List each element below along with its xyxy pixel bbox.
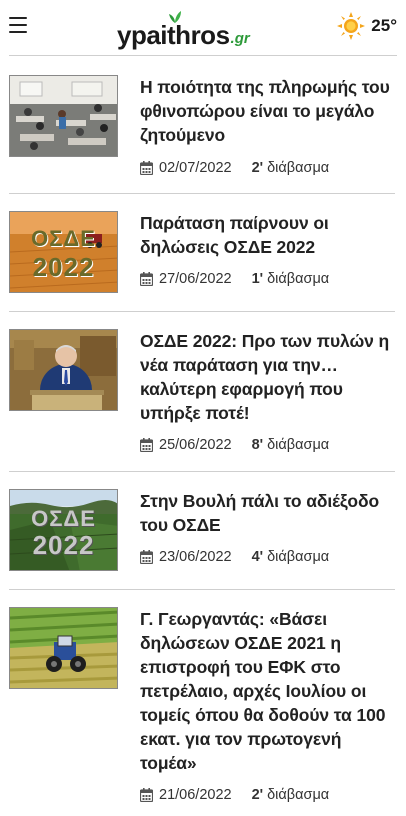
thumb-year: 2022	[32, 252, 95, 282]
temperature: 25°	[371, 16, 397, 35]
calendar-icon	[140, 788, 153, 802]
article-item[interactable]: ΟΣΔΕ 2022 Στην Βουλή πάλι το αδιέξοδο το…	[9, 472, 395, 590]
logo-tld: .gr	[230, 30, 250, 47]
read-time-label: διάβασμα	[267, 787, 330, 803]
read-time-label: διάβασμα	[267, 160, 330, 176]
read-time-label: διάβασμα	[267, 437, 330, 453]
article-meta: 23/06/2022 4' διάβασμα	[140, 549, 395, 565]
logo-wordmark: ypaithros	[117, 11, 230, 50]
site-header: ypaithros .gr 25°	[9, 0, 397, 56]
calendar-icon	[140, 161, 153, 175]
article-date: 27/06/2022	[159, 271, 232, 287]
article-content: Γ. Γεωργαντάς: «Βάσει δηλώσεων ΟΣΔΕ 2021…	[140, 607, 395, 803]
classroom-image	[10, 76, 117, 156]
article-thumbnail[interactable]	[9, 607, 118, 689]
article-date: 23/06/2022	[159, 549, 232, 565]
logo-text: ypaithros	[117, 20, 230, 50]
thumb-title: ΟΣΔΕ	[31, 506, 96, 531]
calendar-icon	[140, 550, 153, 564]
article-content: Παράταση παίρνουν οι δηλώσεις ΟΣΔΕ 2022 …	[140, 211, 395, 293]
read-time-label: διάβασμα	[267, 271, 330, 287]
article-item[interactable]: ΟΣΔΕ 2022: Προ των πυλών η νέα παράταση …	[9, 312, 395, 472]
calendar-icon	[140, 438, 153, 452]
article-thumbnail[interactable]: ΟΣΔΕ 2022	[9, 211, 118, 293]
weather-widget[interactable]: 25°	[337, 12, 397, 40]
leaf-icon	[169, 11, 181, 23]
calendar-icon	[140, 272, 153, 286]
thumb-year: 2022	[32, 530, 95, 560]
article-title[interactable]: ΟΣΔΕ 2022: Προ των πυλών η νέα παράταση …	[140, 329, 395, 425]
article-item[interactable]: ΟΣΔΕ 2022 Παράταση παίρνουν οι δηλώσεις …	[9, 194, 395, 312]
site-logo[interactable]: ypaithros .gr	[117, 8, 250, 48]
menu-icon[interactable]	[9, 17, 27, 33]
article-title[interactable]: Στην Βουλή πάλι το αδιέξοδο του ΟΣΔΕ	[140, 489, 395, 537]
article-meta: 21/06/2022 2' διάβασμα	[140, 787, 395, 803]
read-time-minutes: 2'	[251, 787, 264, 803]
article-thumbnail[interactable]	[9, 329, 118, 411]
article-date: 02/07/2022	[159, 160, 232, 176]
article-title[interactable]: Παράταση παίρνουν οι δηλώσεις ΟΣΔΕ 2022	[140, 211, 395, 259]
sun-icon	[337, 12, 366, 40]
article-item[interactable]: Η ποιότητα της πληρωμής του φθινοπώρου ε…	[9, 56, 395, 194]
article-thumbnail[interactable]	[9, 75, 118, 157]
article-title[interactable]: Η ποιότητα της πληρωμής του φθινοπώρου ε…	[140, 75, 395, 147]
article-content: ΟΣΔΕ 2022: Προ των πυλών η νέα παράταση …	[140, 329, 395, 453]
parliament-image	[10, 330, 117, 410]
read-time-minutes: 8'	[251, 437, 264, 453]
article-thumbnail[interactable]: ΟΣΔΕ 2022	[9, 489, 118, 571]
read-time-minutes: 1'	[251, 271, 264, 287]
article-date: 21/06/2022	[159, 787, 232, 803]
article-meta: 02/07/2022 2' διάβασμα	[140, 160, 395, 176]
article-content: Η ποιότητα της πληρωμής του φθινοπώρου ε…	[140, 75, 395, 176]
article-content: Στην Βουλή πάλι το αδιέξοδο του ΟΣΔΕ 23/…	[140, 489, 395, 571]
thumb-title: ΟΣΔΕ	[31, 226, 96, 251]
read-time-minutes: 4'	[251, 549, 264, 565]
article-title[interactable]: Γ. Γεωργαντάς: «Βάσει δηλώσεων ΟΣΔΕ 2021…	[140, 607, 395, 775]
read-time-minutes: 2'	[251, 160, 264, 176]
article-meta: 25/06/2022 8' διάβασμα	[140, 437, 395, 453]
article-item[interactable]: Γ. Γεωργαντάς: «Βάσει δηλώσεων ΟΣΔΕ 2021…	[9, 590, 395, 816]
tractor-image	[10, 608, 117, 688]
article-meta: 27/06/2022 1' διάβασμα	[140, 271, 395, 287]
article-feed: Η ποιότητα της πληρωμής του φθινοπώρου ε…	[9, 56, 395, 816]
article-date: 25/06/2022	[159, 437, 232, 453]
read-time-label: διάβασμα	[267, 549, 330, 565]
